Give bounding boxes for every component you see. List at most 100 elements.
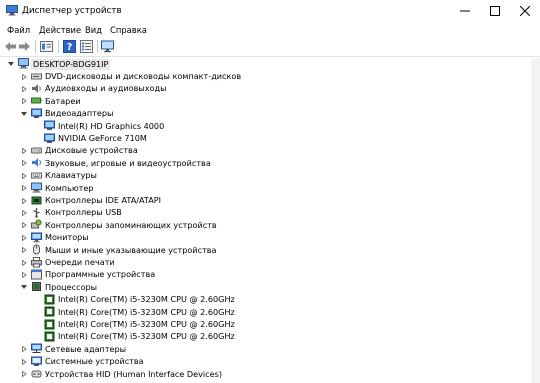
expand-arrow-icon[interactable] — [21, 197, 27, 204]
cpu-device-icon — [44, 306, 55, 317]
sound-icon — [32, 158, 41, 168]
dvd-drive-icon — [31, 73, 42, 79]
properties-icon[interactable] — [40, 40, 53, 53]
category-item[interactable]: Аудиовходы и аудиовыходы — [0, 83, 540, 96]
category-item[interactable]: DVD-дисководы и дисководы компакт-дисков — [0, 71, 540, 84]
expand-arrow-icon[interactable] — [21, 371, 27, 378]
category-item[interactable]: Мыши и иные указывающие устройства — [0, 244, 540, 257]
cpu-device-icon — [44, 294, 55, 305]
back-arrow-icon[interactable] — [4, 40, 17, 53]
computer-icon — [31, 182, 42, 193]
minimize-icon — [460, 10, 470, 12]
category-label: Дисковые устройства — [45, 145, 138, 156]
expand-arrow-icon[interactable] — [21, 259, 27, 266]
menu-file[interactable]: Файл — [7, 25, 30, 35]
minimize-button[interactable] — [450, 0, 480, 23]
scan-hardware-icon[interactable] — [101, 40, 114, 53]
category-item[interactable]: Компьютер — [0, 182, 540, 195]
menu-action[interactable]: Действие — [39, 25, 81, 35]
device-tree: DESKTOP-BDG91IP DVD-дисководы и дисковод… — [0, 58, 540, 383]
expand-arrow-icon[interactable] — [21, 172, 27, 179]
expand-arrow-icon[interactable] — [21, 346, 27, 353]
software-device-icon — [31, 269, 42, 280]
device-item[interactable]: Intel(R) HD Graphics 4000 — [0, 120, 540, 133]
ide-controller-icon — [31, 196, 42, 204]
category-item[interactable]: Системные устройства — [0, 356, 540, 369]
menu-bar: Файл Действие Вид Справка — [0, 23, 540, 37]
usb-icon — [33, 207, 40, 218]
toolbar-separator — [97, 40, 98, 53]
category-item[interactable]: Клавиатуры — [0, 170, 540, 183]
expand-arrow-icon[interactable] — [21, 247, 27, 254]
maximize-icon — [490, 6, 500, 16]
expand-arrow-icon[interactable] — [21, 185, 27, 192]
cpu-device-icon — [44, 319, 55, 329]
category-item[interactable]: Мониторы — [0, 232, 540, 245]
device-item[interactable]: Intel(R) Core(TM) i5-3230M CPU @ 2.60GHz — [0, 306, 540, 319]
category-item[interactable]: Очереди печати — [0, 256, 540, 270]
collapse-arrow-icon[interactable] — [21, 111, 27, 117]
toolbar-separator — [35, 40, 36, 53]
speaker-icon — [32, 83, 41, 93]
category-item[interactable]: Видеоадаптеры — [0, 108, 540, 121]
category-label: Сетевые адаптеры — [45, 343, 127, 354]
monitor-icon — [31, 232, 42, 242]
category-label: Батареи — [45, 95, 81, 106]
details-view-icon[interactable] — [80, 40, 93, 53]
mouse-icon — [33, 244, 40, 255]
computer-icon — [18, 58, 29, 69]
category-item[interactable]: Сетевые адаптеры — [0, 343, 540, 356]
category-item[interactable]: Дисковые устройства — [0, 145, 540, 158]
category-item[interactable]: Программные устройства — [0, 269, 540, 282]
menu-help[interactable]: Справка — [110, 25, 147, 35]
expand-arrow-icon[interactable] — [21, 271, 27, 278]
printer-icon — [31, 256, 42, 267]
expand-arrow-icon[interactable] — [21, 98, 27, 105]
collapse-arrow-icon[interactable] — [8, 61, 14, 67]
category-item[interactable]: Контроллеры USB — [0, 207, 540, 220]
help-icon[interactable]: ? — [63, 40, 76, 53]
category-item[interactable]: Батареи — [0, 95, 540, 108]
device-item[interactable]: Intel(R) Core(TM) i5-3230M CPU @ 2.60GHz — [0, 331, 540, 344]
device-manager-icon — [6, 5, 18, 16]
category-label: Контроллеры запоминающих устройств — [45, 219, 217, 230]
expand-arrow-icon[interactable] — [21, 147, 27, 154]
expand-arrow-icon[interactable] — [21, 222, 27, 229]
expand-arrow-icon[interactable] — [21, 358, 27, 365]
expand-arrow-icon[interactable] — [21, 73, 27, 80]
hid-icon — [31, 370, 42, 378]
collapse-arrow-icon[interactable] — [21, 284, 27, 290]
processor-icon — [32, 282, 41, 292]
gpu-device-icon — [44, 133, 55, 143]
category-label: Контроллеры IDE ATA/ATAPI — [45, 195, 162, 205]
category-label: Видеоадаптеры — [45, 108, 114, 119]
device-item[interactable]: Intel(R) Core(TM) i5-3230M CPU @ 2.60GHz — [0, 294, 540, 307]
tree-root[interactable]: DESKTOP-BDG91IP — [0, 58, 540, 71]
device-item[interactable]: Intel(R) Core(TM) i5-3230M CPU @ 2.60GHz — [0, 319, 540, 332]
device-item-label: Intel(R) Core(TM) i5-3230M CPU @ 2.60GHz — [58, 331, 235, 342]
menu-view[interactable]: Вид — [85, 25, 102, 35]
expand-arrow-icon[interactable] — [21, 85, 27, 92]
vertical-scrollbar[interactable] — [531, 58, 540, 383]
forward-arrow-icon[interactable] — [18, 40, 31, 53]
expand-arrow-icon[interactable] — [21, 209, 27, 216]
device-item[interactable]: NVIDIA GeForce 710M — [0, 133, 540, 146]
category-item[interactable]: Процессоры — [0, 281, 540, 294]
keyboard-icon — [31, 172, 42, 179]
display-adapter-icon — [31, 108, 42, 118]
category-item[interactable]: Контроллеры IDE ATA/ATAPI — [0, 195, 540, 208]
close-icon — [520, 6, 530, 16]
category-item[interactable]: Контроллеры запоминающих устройств — [0, 219, 540, 232]
category-label: Компьютер — [45, 182, 94, 193]
category-label: Мыши и иные указывающие устройства — [45, 244, 217, 255]
category-item[interactable]: Звуковые, игровые и видеоустройства — [0, 157, 540, 170]
close-button[interactable] — [510, 0, 540, 23]
expand-arrow-icon[interactable] — [21, 160, 27, 167]
storage-controller-icon — [31, 219, 42, 229]
maximize-button[interactable] — [480, 0, 510, 23]
title-bar: Диспетчер устройств — [0, 0, 540, 23]
network-adapter-icon — [31, 343, 42, 354]
device-item-label: Intel(R) Core(TM) i5-3230M CPU @ 2.60GHz — [58, 294, 235, 305]
category-item[interactable]: Устройства HID (Human Interface Devices) — [0, 368, 540, 381]
expand-arrow-icon[interactable] — [21, 234, 27, 241]
